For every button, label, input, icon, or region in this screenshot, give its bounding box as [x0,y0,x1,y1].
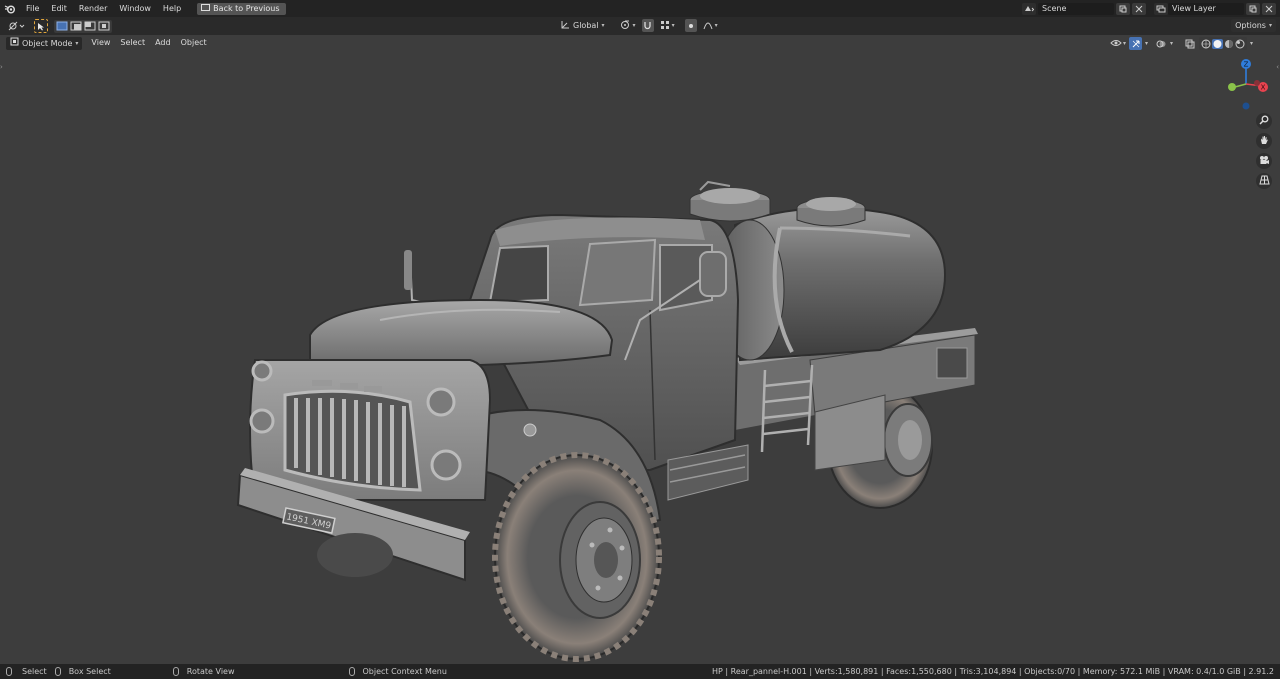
shading-mode-buttons[interactable] [1199,37,1248,50]
scene-statistics: HP | Rear_pannel-H.001 | Verts:1,580,891… [712,667,1274,676]
middle-mouse-icon [54,667,61,676]
viewport-header: Object Mode ▾ View Select Add Object ▾ ▾… [0,35,1280,51]
scene-browse-icon[interactable] [1022,2,1036,15]
snap-toggle-icon[interactable] [641,19,654,32]
options-dropdown[interactable]: Options ▾ [1231,19,1276,32]
menu-window[interactable]: Window [113,0,157,17]
status-rotate: Rotate View [172,664,235,679]
object-mode-label: Object Mode [22,38,73,48]
3d-viewport[interactable]: › ‹ Z X 1951 ХМ9 [0,51,1280,664]
truck-model[interactable]: 1951 ХМ9 [0,51,1280,664]
back-to-previous-button[interactable]: Back to Previous [197,2,286,15]
tool-settings-bar: Global ▾ ▾ ▾ ▾ Options ▾ [0,17,1280,35]
right-mouse-icon [348,667,355,676]
chevron-down-icon[interactable]: ▾ [1145,40,1148,47]
remove-view-layer-icon[interactable] [1262,2,1276,15]
menu-help[interactable]: Help [157,0,187,17]
view-layer-field[interactable]: View Layer [1168,2,1244,15]
menu-object[interactable]: Object [176,36,212,50]
new-view-layer-icon[interactable] [1246,2,1260,15]
object-mode-icon [10,37,19,50]
truck-hood [309,298,614,368]
fullscreen-icon [201,3,211,15]
menu-render[interactable]: Render [73,0,113,17]
eye-filter-icon [1110,38,1122,50]
view-layer-browse-icon[interactable] [1154,2,1168,15]
orientation-dropdown[interactable]: Global ▾ [557,19,608,32]
proportional-edit-toggle-icon[interactable] [684,19,697,32]
status-context-menu-label: Object Context Menu [362,667,447,676]
object-visibility-dropdown[interactable]: ▾ [1110,37,1126,50]
status-context-menu: Object Context Menu [348,664,447,679]
pivot-point-dropdown[interactable]: ▾ [618,19,638,32]
editor-type-icon[interactable] [6,20,28,33]
orientation-icon [560,20,570,32]
status-box-select-label: Box Select [68,667,111,676]
menu-edit[interactable]: Edit [45,0,73,17]
chevron-down-icon[interactable]: ▾ [1170,40,1173,47]
select-tool-icon[interactable] [34,19,48,33]
status-select-label: Select [22,667,47,676]
menu-file[interactable]: File [20,0,45,17]
chevron-down-icon: ▾ [1123,40,1127,47]
workspace-selectors: Scene View Layer [1022,0,1280,17]
viewport-display-controls: ▾ ▾ ▾ ▾ [1110,37,1253,50]
selection-mode-buttons[interactable] [54,19,112,33]
new-scene-icon[interactable] [1116,2,1130,15]
chevron-down-icon: ▾ [75,39,79,47]
overlays-toggle-icon[interactable] [1155,37,1167,50]
xray-toggle-icon[interactable] [1184,37,1196,50]
chevron-down-icon: ▾ [632,22,636,29]
status-bar: Select Box Select Rotate View Object Con… [0,664,1280,679]
pivot-icon [620,20,631,32]
orientation-label: Global [573,21,599,30]
proportional-falloff-dropdown[interactable]: ▾ [701,19,720,32]
status-box-select: Box Select [54,664,111,679]
chevron-down-icon: ▾ [714,22,718,29]
chevron-down-icon: ▾ [601,22,605,29]
object-mode-dropdown[interactable]: Object Mode ▾ [6,36,83,50]
remove-scene-icon[interactable] [1132,2,1146,15]
snap-target-dropdown[interactable]: ▾ [658,19,677,32]
snap-grid-icon [660,20,670,32]
blender-logo-icon[interactable] [0,0,20,17]
gizmo-toggle-icon[interactable] [1129,37,1143,50]
menu-select[interactable]: Select [115,36,150,50]
menu-view[interactable]: View [86,36,115,50]
scene-name-field[interactable]: Scene [1038,2,1114,15]
chevron-down-icon[interactable]: ▾ [1250,40,1253,47]
chevron-down-icon: ▾ [1268,22,1272,29]
falloff-curve-icon [703,20,713,32]
status-select: Select [6,664,47,679]
menu-add[interactable]: Add [150,36,176,50]
left-mouse-icon [6,667,12,676]
back-to-previous-label: Back to Previous [213,3,280,13]
top-bar: File Edit Render Window Help Back to Pre… [0,0,1280,17]
chevron-down-icon: ▾ [671,22,675,29]
middle-mouse-icon [172,667,179,676]
status-rotate-label: Rotate View [186,667,235,676]
transform-settings: Global ▾ ▾ ▾ ▾ [557,19,720,32]
options-label: Options [1235,21,1266,30]
